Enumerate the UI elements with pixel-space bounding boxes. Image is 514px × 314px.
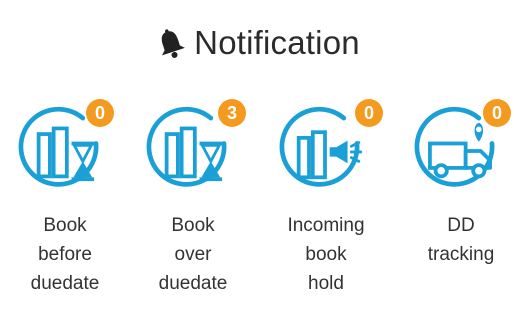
bell-icon: [161, 29, 186, 58]
tile-label: Incoming book hold: [287, 215, 365, 294]
count-badge: 0: [483, 99, 511, 127]
count-badge: 3: [218, 99, 246, 127]
tile-label: DD tracking: [427, 215, 495, 265]
page-header: Notification: [0, 18, 514, 68]
tile-label: Book before duedate: [30, 215, 100, 294]
tile-dd-tracking[interactable]: 0 DD tracking: [406, 92, 514, 302]
tile-label: Book over duedate: [158, 215, 228, 294]
count-badge: 0: [355, 99, 383, 127]
tile-book-before-duedate[interactable]: 0 Book before duedate: [10, 92, 130, 302]
tile-incoming-book-hold[interactable]: 0 Incoming book hold: [271, 92, 391, 302]
page-title: Notification: [194, 24, 360, 61]
count-badge: 0: [86, 99, 114, 127]
tile-book-over-duedate[interactable]: 3 Book over duedate: [138, 92, 258, 302]
